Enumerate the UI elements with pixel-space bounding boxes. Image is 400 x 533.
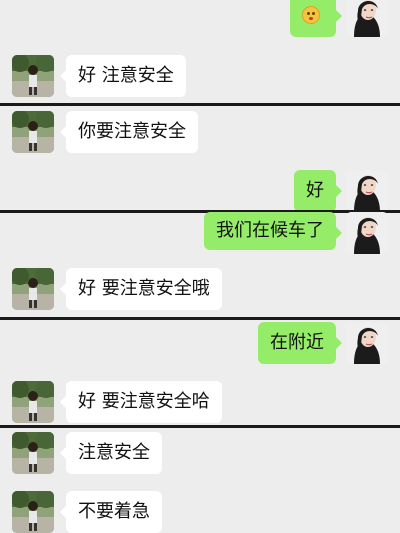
- divider: [0, 103, 400, 106]
- avatar-contact[interactable]: [12, 491, 54, 533]
- avatar-contact[interactable]: [12, 111, 54, 153]
- avatar-contact[interactable]: [12, 268, 54, 310]
- message-bubble-outgoing[interactable]: 在附近: [258, 322, 342, 364]
- avatar-self[interactable]: [346, 212, 388, 254]
- message-bubble-incoming[interactable]: 好 要注意安全哦: [60, 268, 222, 310]
- kiss-emoji-icon: [302, 5, 320, 24]
- message-bubble-incoming[interactable]: 好 注意安全: [60, 55, 186, 97]
- avatar-contact[interactable]: [12, 381, 54, 423]
- message-bubble-incoming[interactable]: 不要着急: [60, 491, 162, 533]
- divider: [0, 210, 400, 213]
- message-bubble-incoming[interactable]: 你要注意安全: [60, 111, 198, 153]
- message-bubble-incoming[interactable]: 注意安全: [60, 432, 162, 474]
- avatar-contact[interactable]: [12, 432, 54, 474]
- message-bubble-outgoing[interactable]: 好: [294, 170, 342, 212]
- divider: [0, 425, 400, 428]
- message-bubble-outgoing[interactable]: [290, 0, 342, 37]
- avatar-self[interactable]: [346, 170, 388, 212]
- message-bubble-outgoing[interactable]: 我们在候车了: [204, 212, 342, 250]
- divider: [0, 317, 400, 320]
- avatar-contact[interactable]: [12, 55, 54, 97]
- avatar-self[interactable]: [346, 322, 388, 364]
- avatar-self[interactable]: [346, 0, 388, 37]
- message-bubble-incoming[interactable]: 好 要注意安全哈: [60, 381, 222, 423]
